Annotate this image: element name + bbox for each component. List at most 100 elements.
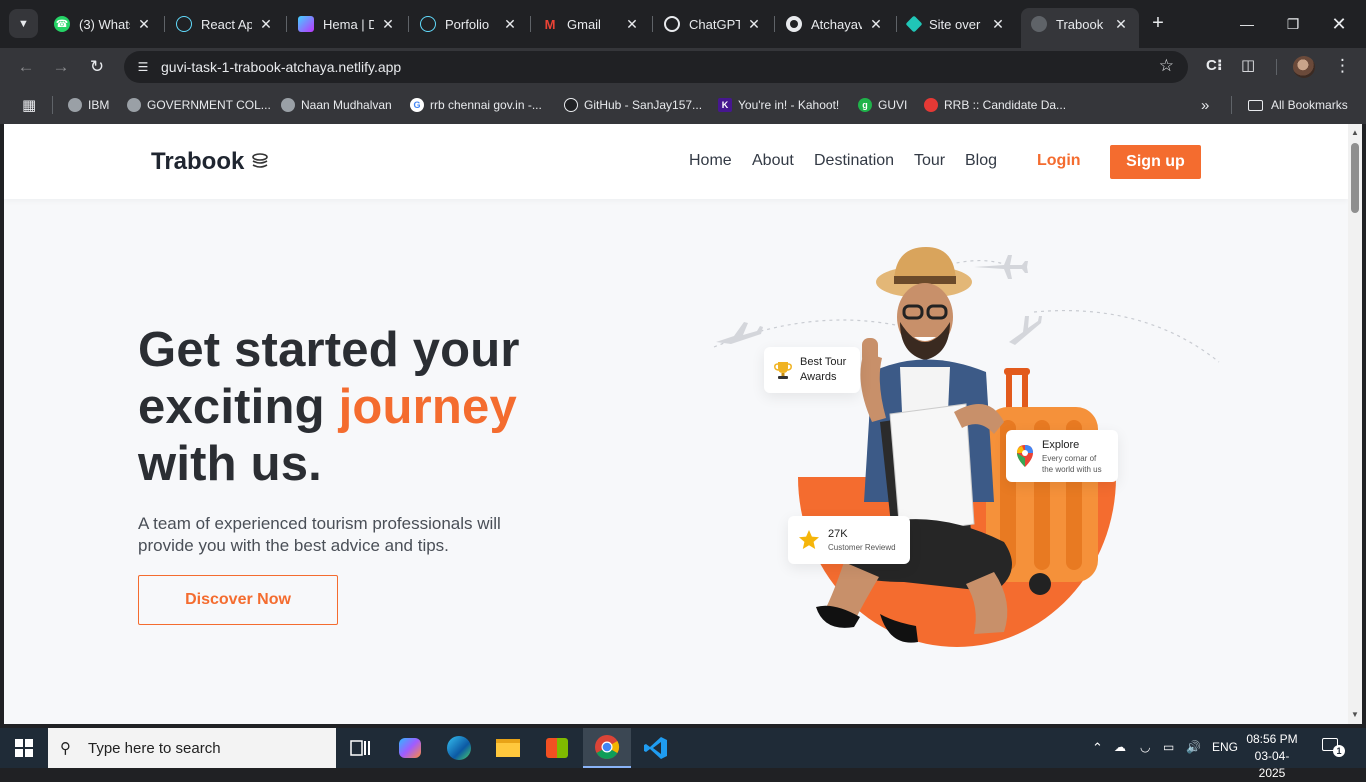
page-scrollbar-track[interactable] (1348, 124, 1362, 724)
vscode-icon (644, 737, 667, 759)
restore-button[interactable]: ❐ (1270, 8, 1316, 40)
bookmark-rrb-candidate[interactable]: RRB :: Candidate Da... (924, 95, 1066, 115)
bookmark-guvi[interactable]: g GUVI (858, 95, 907, 115)
nav-tour[interactable]: Tour (914, 152, 945, 170)
close-icon[interactable]: ✕ (746, 16, 762, 33)
tab-trabook[interactable]: Trabook ✕ (1021, 8, 1139, 48)
notification-center-button[interactable]: 1 (1322, 738, 1345, 758)
apps-grid-icon[interactable]: ▦ (22, 95, 36, 115)
bookmark-rrb-chennai[interactable]: G rrb chennai gov.in -... (410, 95, 542, 115)
hero-illustration: Best Tour Awards Explore Every cornar of… (704, 242, 1224, 662)
extensions-puzzle-icon[interactable]: ◫ (1241, 56, 1255, 74)
reload-button[interactable]: ↻ (84, 54, 110, 80)
site-logo[interactable]: Trabook (151, 148, 270, 176)
page-scrollbar-thumb[interactable] (1351, 143, 1359, 213)
traveler-illustration (713, 247, 1220, 647)
scroll-up-arrow-icon[interactable]: ▲ (1350, 128, 1360, 138)
site-info-icon[interactable]: ☰ (134, 58, 152, 76)
close-icon[interactable]: ✕ (502, 16, 518, 33)
hero-title-accent: journey (338, 380, 517, 434)
system-clock[interactable]: 08:56 PM 03-04-2025 (1244, 731, 1300, 782)
tab-site-overview[interactable]: Site over ✕ (898, 8, 1016, 40)
tab-search-button[interactable]: ▼ (9, 9, 38, 38)
taskbar-search-input[interactable]: ⚲ Type here to search (48, 728, 336, 768)
login-link[interactable]: Login (1037, 152, 1081, 170)
tab-whatsapp[interactable]: ☎ (3) Whats ✕ (44, 8, 162, 40)
tab-porfolio[interactable]: Porfolio ✕ (410, 8, 528, 40)
microsoft-store-app[interactable] (533, 728, 581, 768)
task-view-button[interactable] (336, 728, 384, 768)
language-indicator[interactable]: ENG (1212, 740, 1238, 754)
task-view-icon (350, 740, 370, 756)
volume-icon[interactable]: 🔊 (1186, 740, 1201, 754)
folder-icon (1248, 99, 1263, 111)
more-bookmarks-chevron-icon[interactable]: » (1201, 95, 1209, 115)
whatsapp-icon: ☎ (54, 16, 70, 32)
plane-icon (716, 255, 1042, 345)
close-icon[interactable]: ✕ (380, 16, 396, 33)
gmail-icon: M (544, 16, 556, 32)
menu-kebab-icon[interactable]: ⋮ (1334, 56, 1351, 76)
vscode-app[interactable] (632, 728, 680, 768)
nav-destination[interactable]: Destination (814, 152, 894, 170)
bookmark-star-icon[interactable]: ☆ (1159, 56, 1174, 76)
address-bar[interactable]: ☰ guvi-task-1-trabook-atchaya.netlify.ap… (124, 51, 1188, 83)
onedrive-cloud-icon[interactable]: ☁ (1114, 740, 1126, 754)
nav-blog[interactable]: Blog (965, 152, 997, 170)
discover-now-button[interactable]: Discover Now (138, 575, 338, 625)
minimize-button[interactable]: — (1224, 8, 1270, 40)
extension-icon[interactable]: C⁝ (1206, 56, 1223, 74)
bookmark-ibm[interactable]: IBM (68, 95, 109, 115)
tab-hema[interactable]: Hema | D ✕ (288, 8, 406, 40)
customer-reviews-badge: 27K Customer Reviewd (788, 516, 910, 564)
forward-button[interactable]: → (48, 54, 74, 80)
toolbar-separator (1276, 59, 1277, 75)
netlify-icon (905, 15, 923, 33)
tab-react-app[interactable]: React App ✕ (166, 8, 284, 40)
copilot-app[interactable] (386, 728, 434, 768)
back-button[interactable]: ← (13, 54, 39, 80)
logo-stack-icon (252, 153, 269, 168)
all-bookmarks[interactable]: All Bookmarks (1248, 95, 1348, 115)
wifi-icon[interactable]: ◡ (1140, 740, 1150, 754)
kahoot-icon: K (718, 98, 732, 112)
globe-icon (68, 98, 82, 112)
tab-separator (408, 16, 409, 32)
scroll-down-arrow-icon[interactable]: ▼ (1350, 710, 1360, 720)
start-button[interactable] (0, 728, 48, 768)
close-icon[interactable]: ✕ (868, 16, 884, 33)
windows-logo-icon (15, 739, 33, 757)
close-icon[interactable]: ✕ (624, 16, 640, 33)
tab-chatgpt[interactable]: ChatGPT ✕ (654, 8, 772, 40)
window-frame (1362, 124, 1366, 728)
edge-app[interactable] (435, 728, 483, 768)
tab-github[interactable]: Atchayav ✕ (776, 8, 894, 40)
profile-avatar[interactable] (1293, 56, 1315, 78)
site-header: Trabook Home About Destination Tour Blog… (4, 124, 1348, 199)
windows-taskbar: ⚲ Type here to search ⌃ ☁ ◡ ▭ 🔊 ENG 08:5… (0, 728, 1366, 780)
chrome-app[interactable] (583, 728, 631, 768)
nav-about[interactable]: About (752, 152, 794, 170)
notification-count-badge: 1 (1333, 745, 1345, 757)
file-explorer-app[interactable] (484, 728, 532, 768)
bookmark-kahoot[interactable]: K You're in! - Kahoot! (718, 95, 839, 115)
nav-home[interactable]: Home (689, 152, 732, 170)
signup-button[interactable]: Sign up (1110, 145, 1201, 179)
new-tab-button[interactable]: + (1146, 12, 1170, 36)
github-icon (786, 16, 802, 32)
tab-gmail[interactable]: M Gmail ✕ (532, 8, 650, 40)
url-text[interactable]: guvi-task-1-trabook-atchaya.netlify.app (161, 59, 401, 75)
chrome-icon (595, 735, 620, 760)
close-icon[interactable]: ✕ (258, 16, 274, 33)
show-hidden-icons-chevron-icon[interactable]: ⌃ (1092, 740, 1103, 756)
bookmark-naan-mudhalvan[interactable]: Naan Mudhalvan (281, 95, 392, 115)
close-icon[interactable]: ✕ (990, 16, 1006, 33)
close-window-button[interactable]: ✕ (1316, 8, 1362, 40)
edge-icon (447, 736, 471, 760)
bookmark-github[interactable]: GitHub - SanJay157... (564, 95, 702, 115)
battery-icon[interactable]: ▭ (1163, 740, 1174, 754)
close-icon[interactable]: ✕ (136, 16, 152, 33)
vite-icon (298, 16, 314, 32)
bookmark-government-college[interactable]: GOVERNMENT COL... (127, 95, 271, 115)
close-icon[interactable]: ✕ (1113, 16, 1129, 33)
